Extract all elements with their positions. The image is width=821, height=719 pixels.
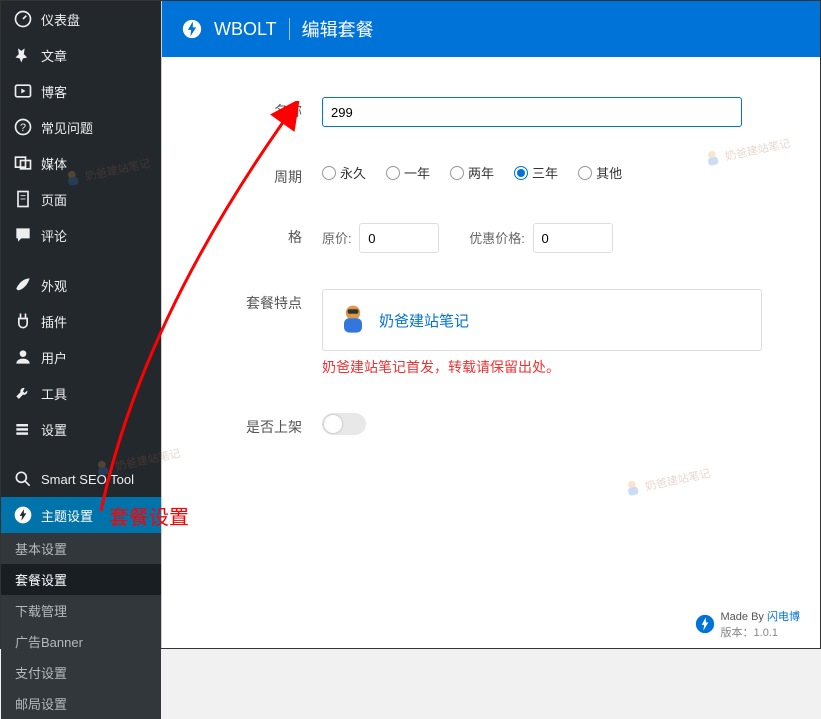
- media-icon: [13, 153, 33, 173]
- radio-label: 永久: [340, 163, 366, 182]
- radio-icon: [514, 166, 528, 180]
- submenu-item[interactable]: 下载管理: [1, 595, 161, 626]
- sidebar-item-pin[interactable]: 文章: [1, 37, 161, 73]
- submenu-item[interactable]: 套餐设置: [1, 564, 161, 595]
- radio-label: 一年: [404, 163, 430, 182]
- orig-price-input[interactable]: [359, 223, 439, 253]
- sidebar-item-label: Smart SEO Tool: [41, 472, 134, 487]
- footer-brand[interactable]: 闪电博: [767, 611, 800, 623]
- cycle-radio-group: 永久 一年 两年 三年 其他: [322, 163, 790, 182]
- radio-label: 三年: [532, 163, 558, 182]
- cycle-label: 周期: [182, 163, 322, 187]
- onsale-label: 是否上架: [182, 413, 322, 437]
- disc-price-input[interactable]: [533, 223, 613, 253]
- cycle-option[interactable]: 一年: [386, 163, 430, 182]
- sidebar-item-label: 页面: [41, 190, 67, 209]
- page-icon: [13, 189, 33, 209]
- sidebar-item-settings[interactable]: 设置: [1, 411, 161, 447]
- feature-label: 套餐特点: [182, 289, 322, 313]
- sidebar-item-label: 设置: [41, 420, 67, 439]
- cycle-option[interactable]: 两年: [450, 163, 494, 182]
- name-label: 名称: [182, 97, 322, 121]
- avatar-icon: [335, 302, 371, 338]
- footer-version: 1.0.1: [754, 627, 778, 639]
- play-icon: [13, 81, 33, 101]
- sidebar-item-media[interactable]: 媒体: [1, 145, 161, 181]
- sidebar-item-bolt[interactable]: 主题设置: [1, 497, 161, 533]
- radio-icon: [450, 166, 464, 180]
- radio-icon: [386, 166, 400, 180]
- submenu-item[interactable]: 邮局设置: [1, 688, 161, 719]
- sidebar-item-label: 工具: [41, 384, 67, 403]
- submenu-item[interactable]: 支付设置: [1, 657, 161, 688]
- sidebar-item-user[interactable]: 用户: [1, 339, 161, 375]
- sidebar-item-label: 评论: [41, 226, 67, 245]
- sidebar-item-help[interactable]: ? 常见问题: [1, 109, 161, 145]
- sidebar-item-brush[interactable]: 外观: [1, 267, 161, 303]
- cycle-option[interactable]: 其他: [578, 163, 622, 182]
- admin-sidebar: 仪表盘文章博客? 常见问题媒体页面评论外观插件用户工具设置 Smart SEO To…: [1, 1, 161, 650]
- footer-version-label: 版本：: [721, 627, 754, 639]
- header-brand: WBOLT: [214, 19, 277, 40]
- dashboard-icon: [13, 9, 33, 29]
- content-area: WBOLT 编辑套餐 名称 周期 永久 一年 两年 三年 其他 格 原价:: [161, 1, 820, 648]
- footer-madeby: Made By: [721, 611, 764, 623]
- help-icon: ?: [13, 117, 33, 137]
- price-section-label: 格: [182, 223, 322, 247]
- sidebar-item-seo[interactable]: Smart SEO Tool: [1, 461, 161, 497]
- user-icon: [13, 347, 33, 367]
- orig-price-label: 原价:: [322, 231, 352, 246]
- settings-icon: [13, 419, 33, 439]
- sidebar-item-tool[interactable]: 工具: [1, 375, 161, 411]
- sidebar-item-label: 插件: [41, 312, 67, 331]
- sidebar-item-label: 外观: [41, 276, 67, 295]
- sidebar-item-dashboard[interactable]: 仪表盘: [1, 1, 161, 37]
- sidebar-item-page[interactable]: 页面: [1, 181, 161, 217]
- plugin-icon: [13, 311, 33, 331]
- submenu-item[interactable]: 广告Banner: [1, 626, 161, 657]
- comment-icon: [13, 225, 33, 245]
- bolt-icon: [13, 505, 33, 525]
- brush-icon: [13, 275, 33, 295]
- sidebar-item-comment[interactable]: 评论: [1, 217, 161, 253]
- sidebar-item-play[interactable]: 博客: [1, 73, 161, 109]
- bolt-icon: [695, 614, 715, 634]
- onsale-toggle[interactable]: [322, 413, 366, 435]
- sidebar-item-label: 媒体: [41, 154, 67, 173]
- submenu-item[interactable]: 基本设置: [1, 533, 161, 564]
- feature-box[interactable]: 奶爸建站笔记: [322, 289, 762, 351]
- radio-label: 两年: [468, 163, 494, 182]
- sidebar-item-label: 博客: [41, 82, 67, 101]
- radio-label: 其他: [596, 163, 622, 182]
- seo-icon: [13, 469, 33, 489]
- sidebar-item-label: 主题设置: [41, 506, 93, 525]
- sidebar-item-label: 文章: [41, 46, 67, 65]
- radio-icon: [578, 166, 592, 180]
- bolt-icon: [182, 19, 202, 39]
- sidebar-item-label: 常见问题: [41, 118, 93, 137]
- sidebar-item-label: 用户: [41, 348, 67, 367]
- feature-link[interactable]: 奶爸建站笔记: [379, 310, 469, 331]
- svg-text:?: ?: [20, 122, 26, 134]
- header-title: 编辑套餐: [302, 16, 374, 42]
- header-separator: [289, 18, 290, 40]
- sidebar-item-label: 仪表盘: [41, 10, 80, 29]
- disc-price-label: 优惠价格:: [469, 231, 525, 246]
- tool-icon: [13, 383, 33, 403]
- cycle-option[interactable]: 三年: [514, 163, 558, 182]
- feature-note: 奶爸建站笔记首发，转载请保留出处。: [322, 357, 790, 377]
- radio-icon: [322, 166, 336, 180]
- footer: Made By 闪电博 版本：1.0.1: [695, 608, 800, 640]
- page-header: WBOLT 编辑套餐: [162, 1, 820, 57]
- pin-icon: [13, 45, 33, 65]
- sidebar-item-plugin[interactable]: 插件: [1, 303, 161, 339]
- cycle-option[interactable]: 永久: [322, 163, 366, 182]
- name-input[interactable]: [322, 97, 742, 127]
